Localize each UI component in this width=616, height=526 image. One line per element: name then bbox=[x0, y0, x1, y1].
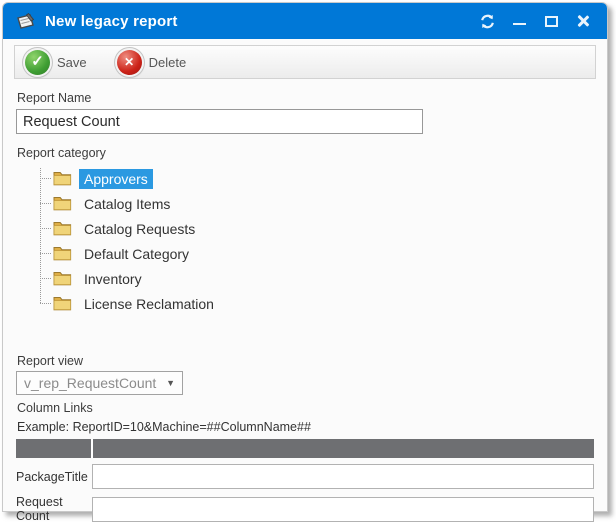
tree-item-label: Catalog Requests bbox=[79, 219, 200, 239]
row-label-request-count: Request Count bbox=[16, 495, 92, 523]
chevron-down-icon: ▼ bbox=[166, 378, 175, 388]
row-label-packagetitle: PackageTitle bbox=[16, 470, 92, 484]
report-view-selected-value: v_rep_RequestCount bbox=[24, 375, 156, 391]
maximize-icon[interactable] bbox=[539, 9, 563, 33]
column-links-grid: PackageTitle Request Count bbox=[16, 439, 594, 523]
report-category-tree: Approvers Catalog Items Catalog Requests bbox=[34, 166, 607, 316]
refresh-icon[interactable] bbox=[475, 9, 499, 33]
report-view-label: Report view bbox=[17, 354, 607, 368]
table-row: Request Count bbox=[16, 495, 594, 523]
red-x-sphere-icon: ✕ bbox=[117, 50, 142, 75]
tree-item-label: Default Category bbox=[79, 244, 194, 264]
report-view-select[interactable]: v_rep_RequestCount ▼ bbox=[16, 371, 183, 395]
tree-item-catalog-requests[interactable]: Catalog Requests bbox=[34, 216, 607, 241]
folder-icon bbox=[53, 271, 72, 286]
report-category-label: Report category bbox=[17, 146, 607, 160]
column-links-example: Example: ReportID=10&Machine=##ColumnNam… bbox=[17, 420, 607, 434]
toolbar: ✓ Save ✕ Delete bbox=[14, 45, 596, 79]
minimize-icon[interactable] bbox=[507, 9, 531, 33]
folder-icon bbox=[53, 171, 72, 186]
delete-button[interactable]: ✕ Delete bbox=[117, 50, 187, 75]
grid-header-cell-right bbox=[93, 439, 594, 458]
green-check-sphere-icon: ✓ bbox=[25, 50, 50, 75]
column-links-label: Column Links bbox=[17, 401, 607, 415]
folder-icon bbox=[53, 196, 72, 211]
window-controls bbox=[475, 9, 595, 33]
tree-item-approvers[interactable]: Approvers bbox=[34, 166, 607, 191]
save-button-label: Save bbox=[57, 55, 87, 70]
tree-item-label: Inventory bbox=[79, 269, 147, 289]
close-icon[interactable] bbox=[571, 9, 595, 33]
grid-header-cell-left bbox=[16, 439, 91, 458]
tree-item-label: Catalog Items bbox=[79, 194, 175, 214]
report-name-input[interactable] bbox=[16, 109, 423, 134]
report-name-label: Report Name bbox=[17, 91, 607, 105]
request-count-link-input[interactable] bbox=[92, 497, 594, 522]
table-row: PackageTitle bbox=[16, 464, 594, 489]
folder-icon bbox=[53, 221, 72, 236]
title-bar: New legacy report bbox=[3, 3, 607, 39]
delete-button-label: Delete bbox=[149, 55, 187, 70]
window-title: New legacy report bbox=[45, 13, 178, 30]
grid-header bbox=[16, 439, 594, 458]
dialog-window: New legacy report ✓ Save ✕ Delete bbox=[2, 2, 608, 512]
tree-item-catalog-items[interactable]: Catalog Items bbox=[34, 191, 607, 216]
note-pencil-icon bbox=[15, 11, 37, 31]
tree-item-label: License Reclamation bbox=[79, 294, 219, 314]
tree-item-license-reclamation[interactable]: License Reclamation bbox=[34, 291, 607, 316]
packagetitle-link-input[interactable] bbox=[92, 464, 594, 489]
folder-icon bbox=[53, 246, 72, 261]
save-button[interactable]: ✓ Save bbox=[25, 50, 87, 75]
tree-item-inventory[interactable]: Inventory bbox=[34, 266, 607, 291]
folder-icon bbox=[53, 296, 72, 311]
tree-item-label: Approvers bbox=[79, 169, 153, 189]
tree-item-default-category[interactable]: Default Category bbox=[34, 241, 607, 266]
